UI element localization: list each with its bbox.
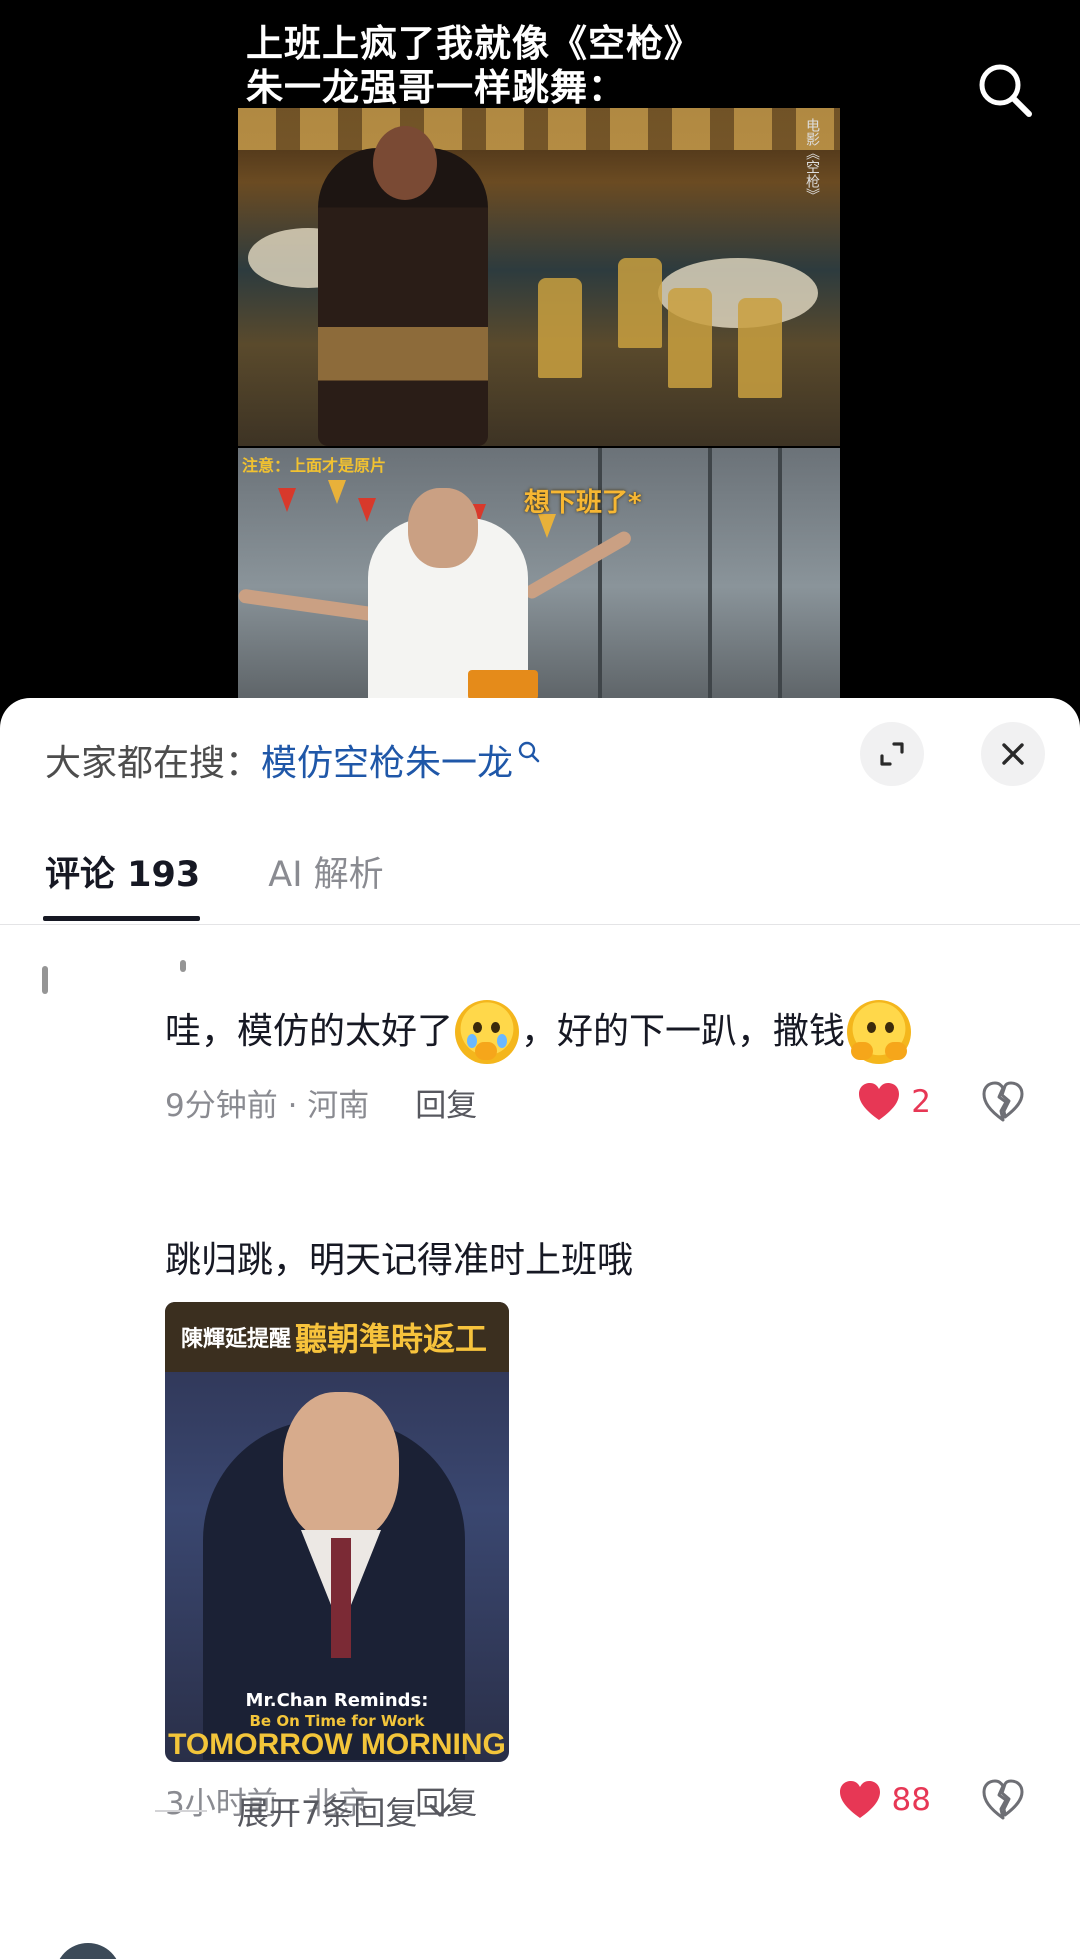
like-count: 2 (911, 1084, 931, 1120)
expand-replies-label: 展开7条回复 (237, 1794, 418, 1832)
comment-meta: 9分钟前 · 河南 回复 2 (165, 1080, 1025, 1124)
close-icon (1002, 743, 1024, 765)
reply-button[interactable]: 回复 (415, 1080, 477, 1125)
comment-image[interactable]: 陳輝延提醒 聽朝準時返工 Mr.Chan Reminds: Be On Time… (165, 1302, 509, 1762)
video-player[interactable]: 上班上疯了我就像《空枪》 朱一龙强哥一样跳舞： 电影《空枪》 注意：上面才是原片… (0, 0, 1080, 700)
chevron-down-icon (429, 1804, 451, 1817)
comment-panel: 大家都在搜： 模仿空枪朱一龙 评论 193 AI 解析 哇，模仿的太好了 ，好的… (0, 698, 1080, 1959)
comment-text: 跳归跳，明天记得准时上班哦 (165, 1240, 634, 1281)
like-button[interactable]: 88 (838, 1780, 931, 1820)
tab-divider (0, 924, 1080, 925)
heart-icon (859, 1083, 900, 1120)
office-man-head (408, 488, 478, 568)
comment-image-line1: Mr.Chan Reminds: (245, 1690, 429, 1711)
original-note: 注意：上面才是原片 (242, 456, 387, 475)
comment-image-banner: 陳輝延提醒 聽朝準時返工 (165, 1302, 509, 1372)
trending-search-bar[interactable]: 大家都在搜： 模仿空枪朱一龙 (45, 732, 541, 788)
left-arm (238, 588, 379, 622)
glass-divider (708, 448, 712, 700)
orange-box (468, 670, 538, 700)
glass-divider (778, 448, 782, 700)
banquet-chair (618, 258, 662, 348)
trending-search-prefix: 大家都在搜： (45, 743, 262, 784)
avatar[interactable] (55, 1943, 121, 1959)
comment-actions: 88 (838, 1779, 1025, 1821)
expand-replies-button[interactable]: 展开7条回复 (155, 1788, 455, 1834)
comment-time-location: 9分钟前 · 河南 (165, 1087, 370, 1124)
panel-tabs: 评论 193 AI 解析 (42, 846, 452, 921)
expand-replies-line (155, 1810, 207, 1812)
comment-image-banner-highlight: 聽朝準時返工 (295, 1320, 488, 1358)
chandelier-decor (238, 108, 840, 150)
avatar-fragment (180, 960, 186, 972)
dislike-icon[interactable] (981, 1081, 1025, 1123)
comment-item: 哇，模仿的太好了 ，好的下一趴，撒钱 9分钟前 · 河南 回复 2 (165, 1000, 1025, 1124)
video-caption-line1: 上班上疯了我就像《空枪》 (246, 22, 702, 65)
banquet-chair (538, 278, 582, 378)
tab-ai-analysis[interactable]: AI 解析 (268, 846, 383, 921)
banquet-chair (738, 298, 782, 398)
kissing-hands-emoji-icon (847, 1000, 912, 1064)
expand-button[interactable] (860, 722, 924, 786)
movie-still-image: 电影《空枪》 (238, 108, 840, 446)
small-search-icon (518, 741, 540, 763)
comment-text-part: 哇，模仿的太好了 (165, 1011, 454, 1052)
video-caption: 上班上疯了我就像《空枪》 朱一龙强哥一样跳舞： (246, 22, 826, 110)
video-caption-line2: 朱一龙强哥一样跳舞： (246, 66, 626, 109)
dislike-icon[interactable] (981, 1779, 1025, 1821)
comment-actions: 2 (857, 1081, 1025, 1123)
banquet-chair (668, 288, 712, 388)
comment-text: 哇，模仿的太好了 ，好的下一趴，撒钱 (165, 1000, 1025, 1064)
comment-text-part: ，好的下一趴，撒钱 (521, 1011, 846, 1052)
suited-man-face (283, 1392, 399, 1542)
search-icon[interactable] (975, 60, 1035, 120)
right-arm (522, 528, 634, 602)
office-still-image: 注意：上面才是原片 想下班了* (238, 448, 840, 700)
close-button[interactable] (981, 722, 1045, 786)
trending-search-term-text: 模仿空枪朱一龙 (261, 743, 514, 784)
movie-watermark: 电影《空枪》 (804, 118, 820, 202)
trending-search-term[interactable]: 模仿空枪朱一龙 (261, 734, 541, 786)
video-frame: 上班上疯了我就像《空枪》 朱一龙强哥一样跳舞： 电影《空枪》 注意：上面才是原片… (238, 0, 840, 700)
heart-icon (839, 1781, 880, 1818)
bunting-flag (328, 480, 346, 504)
bunting-flag (278, 488, 296, 512)
comment-image-banner-text: 陳輝延提醒 (181, 1327, 292, 1352)
bunting-flag (358, 498, 376, 522)
expand-icon (880, 742, 904, 766)
comment-image-line3: TOMORROW MORNING (168, 1728, 506, 1761)
like-button[interactable]: 2 (857, 1082, 931, 1122)
pleading-tears-emoji-icon (455, 1000, 520, 1064)
necktie (331, 1538, 351, 1658)
speech-text: 想下班了* (524, 488, 642, 518)
tab-comments[interactable]: 评论 193 (42, 846, 201, 921)
like-count: 88 (891, 1782, 931, 1818)
comment-item: 跳归跳，明天记得准时上班哦 陳輝延提醒 聽朝準時返工 Mr.Chan Remin… (165, 1236, 1025, 1822)
avatar-fragment (42, 966, 48, 994)
dancing-man-head (373, 126, 437, 200)
